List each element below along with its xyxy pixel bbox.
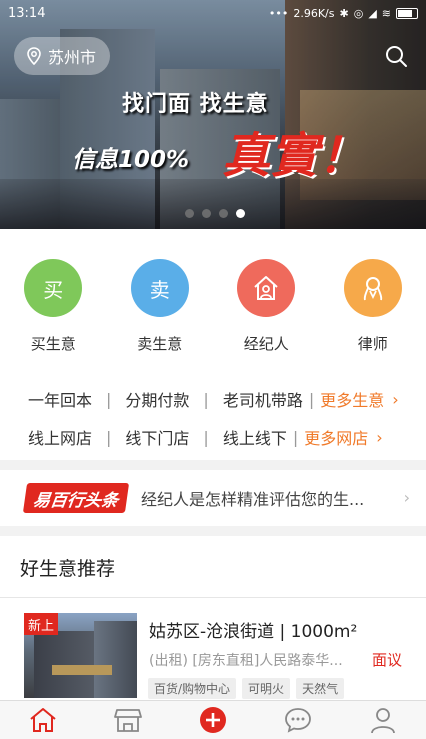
tab-messages[interactable] <box>278 702 318 738</box>
profile-icon <box>371 708 396 734</box>
city-name: 苏州市 <box>48 48 97 67</box>
status-time: 13:14 <box>8 5 46 21</box>
chevron-right-icon: › <box>392 389 399 409</box>
house-person-icon <box>237 259 296 317</box>
signal-icon: ◢ <box>368 6 377 20</box>
category-label: 经纪人 <box>243 335 289 353</box>
hero-banner[interactable]: 13:14 ••• 2.96K/s ✱ ◎ ◢ ≋ 苏州市 找门面 找生意 信息… <box>0 0 426 229</box>
quick-links: 一年回本 | 分期付款 | 老司机带路 | 更多生意 › 线上网店 | 线下门店… <box>0 380 426 456</box>
listing-tag: 百货/购物中心 <box>148 678 237 699</box>
alarm-icon: ◎ <box>353 6 364 20</box>
category-label: 律师 <box>357 335 388 353</box>
chevron-right-icon: › <box>403 488 410 507</box>
carousel-indicator[interactable] <box>185 209 245 218</box>
buy-icon: 买 <box>24 259 83 317</box>
link-item[interactable]: 线上网店 <box>28 425 92 449</box>
more-business-link[interactable]: 更多生意 <box>320 387 384 411</box>
bottom-tab-bar <box>0 700 426 739</box>
listing-description: (出租) [房东直租]人民路泰华... <box>149 653 343 669</box>
headline-text: 经纪人是怎样精准评估您的生... <box>141 490 365 509</box>
carousel-dot-active[interactable] <box>236 209 245 218</box>
bluetooth-icon: ✱ <box>339 6 349 20</box>
link-item[interactable]: 分期付款 <box>125 387 189 411</box>
link-item[interactable]: 一年回本 <box>28 387 92 411</box>
listing-price: 面议 <box>372 651 403 669</box>
search-icon[interactable] <box>384 44 408 68</box>
network-speed: 2.96K/s <box>293 6 335 20</box>
section-title: 好生意推荐 <box>0 536 426 598</box>
sell-icon: 卖 <box>130 259 189 317</box>
home-icon <box>29 708 56 732</box>
category-buy-business[interactable]: 买 买生意 <box>0 229 107 369</box>
status-bar: 13:14 ••• 2.96K/s ✱ ◎ ◢ ≋ <box>0 0 426 26</box>
wifi-icon: ≋ <box>381 6 391 20</box>
lawyer-icon <box>343 259 402 317</box>
tab-profile[interactable] <box>363 702 403 738</box>
listing-title: 姑苏区-沧浪街道 | 1000m² <box>149 622 358 642</box>
carousel-dot[interactable] <box>202 209 211 218</box>
carousel-dot[interactable] <box>219 209 228 218</box>
headline-logo: 易百行头条 <box>22 483 130 513</box>
link-item[interactable]: 线上线下 <box>223 425 287 449</box>
listing-tag: 天然气 <box>296 678 345 699</box>
battery-icon <box>396 7 418 19</box>
quick-links-row-shops: 线上网店 | 线下门店 | 线上线下 | 更多网店 › <box>0 418 426 456</box>
category-label: 卖生意 <box>137 335 183 353</box>
listing-card[interactable]: 新上 姑苏区-沧浪街道 | 1000m² (出租) [房东直租]人民路泰华...… <box>0 598 426 700</box>
listing-tags: 百货/购物中心 可明火 天然气 <box>148 678 345 699</box>
app-screen: 13:14 ••• 2.96K/s ✱ ◎ ◢ ≋ 苏州市 找门面 找生意 信息… <box>0 0 426 739</box>
publish-icon <box>199 707 226 733</box>
banner-slogan-info: 信息100% <box>72 147 190 173</box>
chevron-right-icon: › <box>376 427 383 447</box>
category-sell-business[interactable]: 卖 卖生意 <box>107 229 214 369</box>
banner-slogan-highlight: 真實！ <box>222 128 367 184</box>
category-grid: 买 买生意 卖 卖生意 经纪人 律师 <box>0 229 426 369</box>
more-shops-link[interactable]: 更多网店 <box>304 425 368 449</box>
message-icon <box>285 708 312 733</box>
store-icon <box>113 709 142 732</box>
category-lawyer[interactable]: 律师 <box>320 229 426 369</box>
banner-slogan: 找门面 找生意 <box>122 91 269 117</box>
carousel-dot[interactable] <box>185 209 194 218</box>
link-item[interactable]: 老司机带路 <box>223 387 303 411</box>
quick-links-row-business: 一年回本 | 分期付款 | 老司机带路 | 更多生意 › <box>0 380 426 418</box>
location-pin-icon <box>27 47 41 65</box>
category-broker[interactable]: 经纪人 <box>213 229 320 369</box>
listing-tag: 可明火 <box>242 678 291 699</box>
tab-publish[interactable] <box>193 702 233 738</box>
tab-home[interactable] <box>23 702 63 738</box>
signal-dots-icon: ••• <box>268 6 289 20</box>
tab-store[interactable] <box>108 702 148 738</box>
new-badge: 新上 <box>24 613 58 635</box>
link-item[interactable]: 线下门店 <box>125 425 189 449</box>
city-selector[interactable]: 苏州市 <box>14 37 111 75</box>
category-label: 买生意 <box>30 335 76 353</box>
news-headline[interactable]: 易百行头条 经纪人是怎样精准评估您的生... › <box>0 470 426 526</box>
